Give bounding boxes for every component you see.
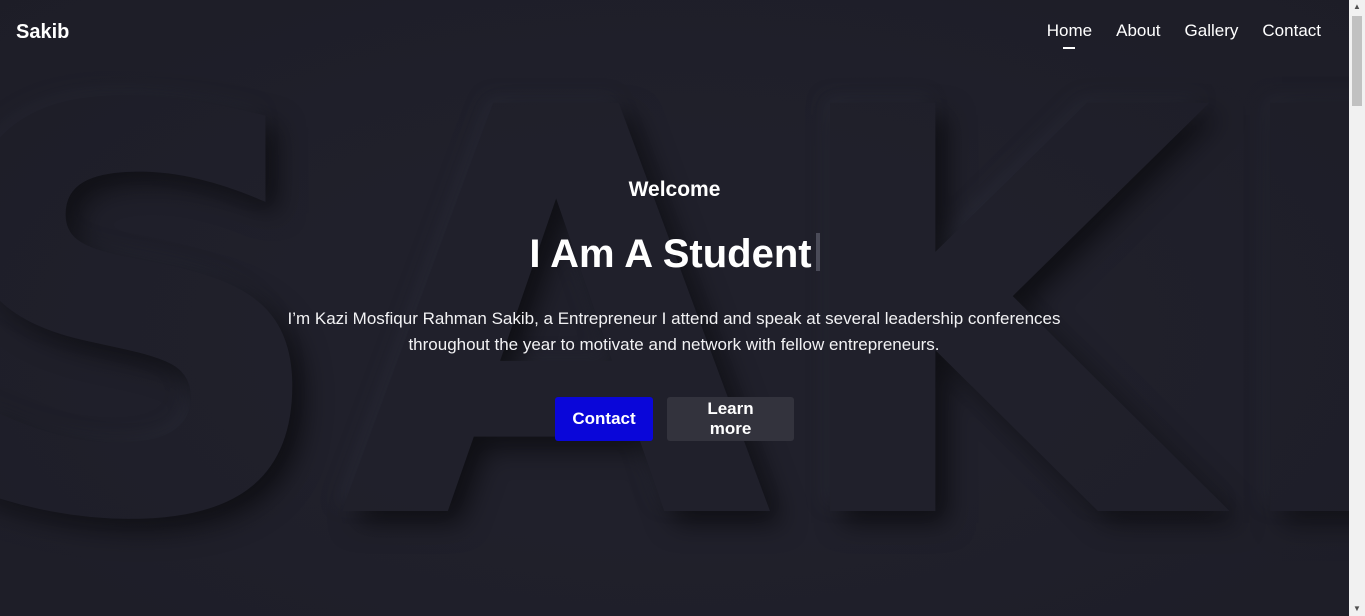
hero-welcome: Welcome [628,178,721,201]
contact-button[interactable]: Contact [555,397,653,441]
hero-description: I’m Kazi Mosfiqur Rahman Sakib, a Entrep… [287,309,1061,354]
vertical-scrollbar[interactable]: ▲ ▼ [1349,0,1365,616]
hero-headline-wrap: I Am A Student [0,232,1349,277]
scrollbar-thumb[interactable] [1352,16,1362,106]
hero-buttons: Contact Learn more [0,397,1349,441]
page-viewport: SAKIB Sakib Home About Gallery Contact W… [0,0,1349,616]
hero-headline: I Am A Student [529,232,812,276]
learn-more-button[interactable]: Learn more [667,397,794,441]
chevron-up-icon[interactable]: ▲ [1349,0,1365,14]
hero-section: Welcome I Am A Student I’m Kazi Mosfiqur… [0,0,1349,616]
typing-caret [815,233,820,271]
chevron-down-icon[interactable]: ▼ [1349,602,1365,616]
